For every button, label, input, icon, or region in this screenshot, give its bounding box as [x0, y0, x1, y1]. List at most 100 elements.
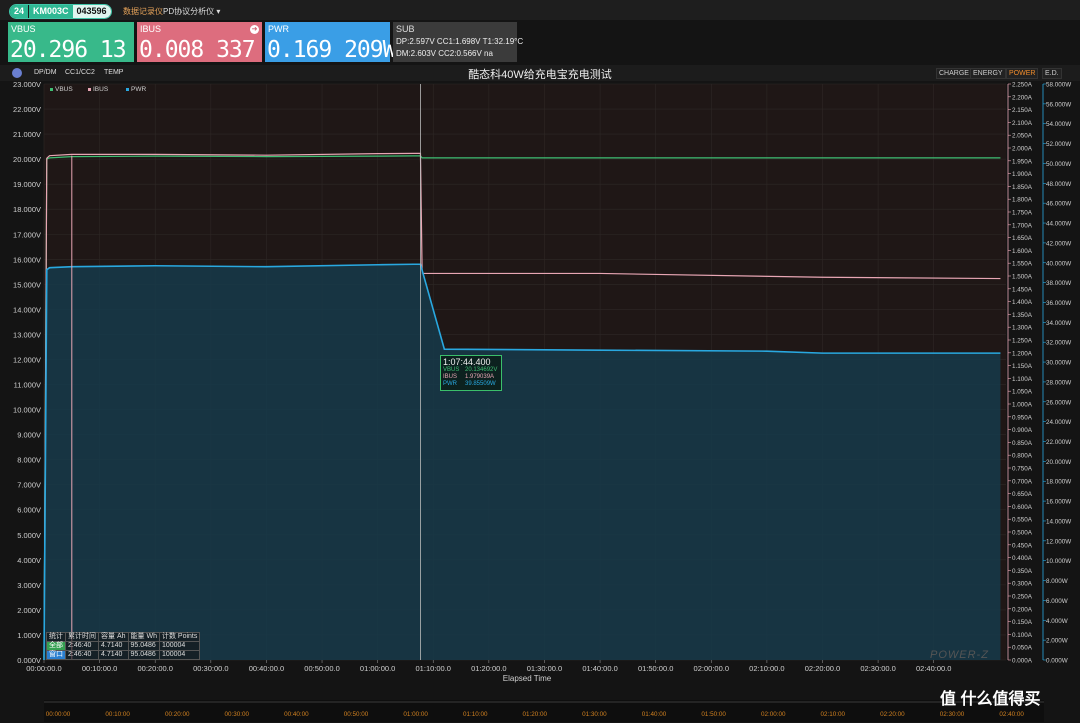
- y-left-tick-label: 5.000V: [17, 531, 41, 540]
- y-power-tick-label: 46.000W: [1046, 201, 1071, 208]
- stats-header-row: 统计 累计时间 容量 Ah 能量 Wh 计数 Points: [46, 632, 201, 642]
- y-power-tick-label: 48.000W: [1046, 181, 1071, 188]
- y-left-tick-label: 2.000V: [17, 606, 41, 615]
- ibus-meter-card[interactable]: IBUS ➜ 0.008 337 A: [137, 22, 281, 63]
- arrow-right-icon[interactable]: ➜: [250, 25, 259, 34]
- y-current-tick-label: 0.400A: [1012, 555, 1033, 562]
- overview-tick-label: 02:10:00: [821, 711, 846, 718]
- chart-header: DP/DM CC1/CC2 TEMP 酷态科40W给充电宝充电测试 CHARGE…: [0, 65, 1080, 81]
- y-current-tick-label: 2.000A: [1012, 146, 1033, 153]
- tab-charge[interactable]: CHARGE: [936, 68, 972, 79]
- y-current-tick-label: 1.350A: [1012, 312, 1033, 319]
- pwr-meter-card[interactable]: PWR 0.169 209W: [265, 22, 396, 63]
- y-left-tick-label: 4.000V: [17, 556, 41, 565]
- overview-tick-label: 00:40:00: [284, 711, 309, 718]
- tooltip-vbus-value: 20.134692V: [465, 367, 498, 373]
- pwr-label: PWR: [268, 24, 289, 34]
- y-left-tick-label: 17.000V: [13, 230, 41, 239]
- vbus-value: 20.296 13 V: [10, 37, 152, 63]
- menu-pd-analyzer[interactable]: PD协议分析仪 ▾: [163, 6, 220, 17]
- chart-title: 酷态科40W给充电宝充电测试: [468, 69, 612, 81]
- y-current-tick-label: 0.500A: [1012, 530, 1033, 537]
- stats-row-all: 全部 2:46:40 4.7140 95.0486 100004: [46, 641, 201, 651]
- x-tick-label: 00:30:00.0: [193, 664, 228, 673]
- tab-power[interactable]: POWER: [1006, 68, 1039, 79]
- y-current-tick-label: 0.050A: [1012, 645, 1033, 652]
- sub-meter-card[interactable]: SUB DP:2.597V CC1:1.698V T1:32.19°C DM:2…: [393, 22, 523, 62]
- x-tick-label: 01:50:00.0: [638, 664, 673, 673]
- device-serial: 043596: [72, 5, 111, 18]
- tooltip-time: 1:07:44.400: [443, 357, 491, 367]
- y-left-tick-label: 9.000V: [17, 431, 41, 440]
- stats-cell[interactable]: 窗口: [46, 650, 66, 660]
- legend-swatch-ibus: [88, 88, 91, 91]
- tooltip-pwr-value: 39.85509W: [465, 381, 496, 387]
- y-power-tick-label: 50.000W: [1046, 161, 1071, 168]
- tab-ed[interactable]: E.D.: [1042, 68, 1062, 79]
- overview-tick-label: 00:30:00: [225, 711, 250, 718]
- overview-tick-label: 00:20:00: [165, 711, 190, 718]
- y-current-tick-label: 0.300A: [1012, 581, 1033, 588]
- stats-cell: 2:46:40: [65, 641, 99, 651]
- x-tick-label: 00:50:00.0: [304, 664, 339, 673]
- y-current-tick-label: 0.150A: [1012, 619, 1033, 626]
- y-power-tick-label: 30.000W: [1046, 360, 1071, 367]
- stats-cell[interactable]: 全部: [46, 641, 66, 651]
- power-chart[interactable]: 0.000V1.000V2.000V3.000V4.000V5.000V6.00…: [0, 81, 1080, 700]
- y-power-tick-label: 0.000W: [1046, 658, 1068, 665]
- y-current-tick-label: 1.100A: [1012, 376, 1033, 383]
- x-tick-label: 01:10:00.0: [416, 664, 451, 673]
- y-power-tick-label: 36.000W: [1046, 300, 1071, 307]
- y-left-tick-label: 20.000V: [13, 155, 41, 164]
- overview-tick-label: 02:20:00: [880, 711, 905, 718]
- overview-tick-label: 00:50:00: [344, 711, 369, 718]
- tab-energy[interactable]: ENERGY: [970, 68, 1006, 79]
- y-current-tick-label: 0.950A: [1012, 414, 1033, 421]
- y-current-tick-label: 0.600A: [1012, 504, 1033, 511]
- y-power-tick-label: 20.000W: [1046, 459, 1071, 466]
- legend-label-ibus: IBUS: [93, 86, 109, 93]
- y-power-tick-label: 16.000W: [1046, 499, 1071, 506]
- ibus-value: 0.008 337 A: [139, 37, 281, 63]
- y-power-tick-label: 34.000W: [1046, 320, 1071, 327]
- vbus-label: VBUS: [11, 24, 36, 34]
- stats-cell: 4.7140: [98, 641, 129, 651]
- y-current-tick-label: 2.250A: [1012, 82, 1033, 89]
- y-left-tick-label: 15.000V: [13, 280, 41, 289]
- y-current-tick-label: 1.000A: [1012, 402, 1033, 409]
- x-tick-label: 00:20:00.0: [137, 664, 172, 673]
- y-left-tick-label: 11.000V: [14, 381, 41, 390]
- y-left-tick-label: 22.000V: [13, 105, 41, 114]
- x-tick-label: 00:40:00.0: [249, 664, 284, 673]
- menu-data-recorder[interactable]: 数据记录仪: [123, 6, 163, 17]
- sub-row-1: DP:2.597V CC1:1.698V T1:32.19°C: [396, 37, 524, 46]
- y-power-tick-label: 4.000W: [1046, 618, 1068, 625]
- x-tick-label: 01:00:00.0: [360, 664, 395, 673]
- y-left-tick-label: 3.000V: [17, 581, 41, 590]
- y-power-tick-label: 2.000W: [1046, 638, 1068, 645]
- x-tick-label: 00:10:00.0: [82, 664, 117, 673]
- site-watermark: 值 什么值得买: [940, 691, 1041, 708]
- y-power-tick-label: 42.000W: [1046, 240, 1071, 247]
- x-tick-label: 01:40:00.0: [582, 664, 617, 673]
- y-current-tick-label: 1.250A: [1012, 338, 1033, 345]
- tooltip-vbus-label: VBUS: [443, 367, 460, 373]
- x-tick-label: 01:20:00.0: [471, 664, 506, 673]
- y-left-tick-label: 16.000V: [13, 255, 41, 264]
- x-tick-label: 02:40:00.0: [916, 664, 951, 673]
- cursor-tooltip: 1:07:44.400 VBUS 20.134692V IBUS 1.97903…: [440, 355, 502, 391]
- overview-scrollbar[interactable]: 00:00:00 00:10:00 00:20:00 00:30:00 00:40:00…: [0, 700, 1080, 722]
- device-selector[interactable]: 24 KM003C 043596: [9, 4, 112, 19]
- y-left-tick-label: 13.000V: [13, 330, 41, 339]
- overview-tick-label: 02:00:00: [761, 711, 786, 718]
- y-power-tick-label: 10.000W: [1046, 558, 1071, 565]
- y-current-tick-label: 1.750A: [1012, 210, 1033, 217]
- y-current-tick-label: 1.650A: [1012, 235, 1033, 242]
- power-z-watermark: POWER-Z: [930, 649, 989, 661]
- stats-header: 统计: [46, 632, 66, 642]
- legend-label-vbus: VBUS: [55, 86, 73, 93]
- overview-tick-label: 01:30:00: [582, 711, 607, 718]
- vbus-meter-card[interactable]: VBUS 20.296 13 V: [8, 22, 152, 63]
- y-power-tick-label: 8.000W: [1046, 578, 1068, 585]
- y-current-tick-label: 0.700A: [1012, 478, 1033, 485]
